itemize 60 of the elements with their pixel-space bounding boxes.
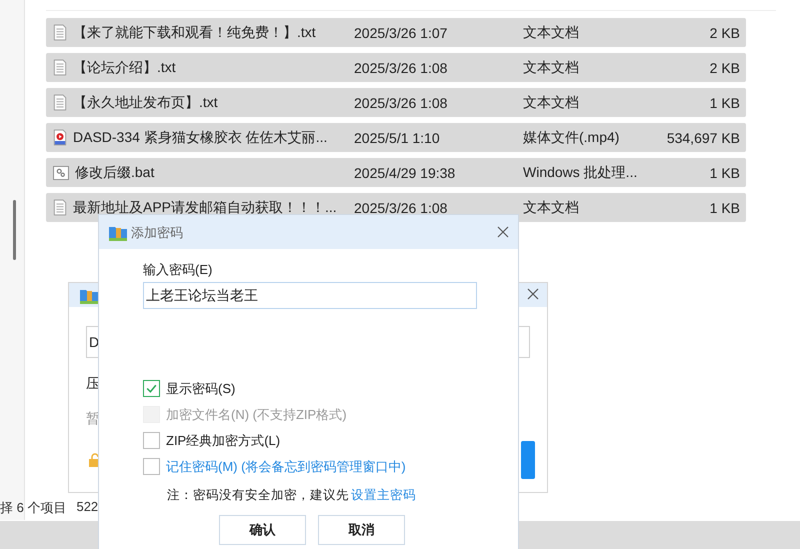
file-row[interactable]: DASD-334 紧身猫女橡胶衣 佐佐木艾丽... 2025/5/1 1:10 媒体文件(.mp4) 534,697 KB — [46, 123, 746, 152]
file-type: Windows 批处理... — [523, 164, 638, 182]
action-button[interactable] — [521, 441, 535, 479]
file-name: DASD-334 紧身猫女橡胶衣 佐佐木艾丽... — [73, 128, 328, 146]
file-size: 1 KB — [708, 200, 741, 216]
file-name: 最新地址及APP请发邮箱自动获取！！！... — [73, 198, 337, 216]
modified-date: 2025/5/1 1:10 — [353, 130, 441, 146]
document-icon — [53, 199, 67, 216]
checkbox[interactable] — [143, 432, 160, 449]
file-size: 1 KB — [708, 94, 741, 110]
document-icon — [53, 24, 67, 41]
master-password-link[interactable]: 设置主密码 — [351, 487, 416, 504]
archive-icon — [79, 287, 99, 305]
close-icon[interactable] — [497, 226, 509, 238]
file-name: 【来了就能下载和观看！纯免费！】.txt — [73, 24, 316, 42]
file-type: 文本文档 — [523, 94, 580, 112]
note-text: 注：密码没有安全加密，建议先 — [167, 487, 349, 504]
file-size: 534,697 KB — [666, 130, 741, 146]
selection-size: 522 — [76, 499, 98, 516]
confirm-button[interactable]: 确认 — [219, 515, 306, 545]
file-row[interactable]: 修改后缀.bat 2025/4/29 19:38 Windows 批处理... 1 KB — [46, 158, 746, 187]
file-type: 媒体文件(.mp4) — [523, 128, 620, 146]
option-label: 显示密码(S) — [166, 380, 236, 398]
hint-text: 暂 — [86, 410, 100, 428]
label-text: 压 — [86, 375, 100, 393]
option-label: 加密文件名(N) (不支持ZIP格式) — [166, 406, 347, 424]
file-size: 2 KB — [708, 60, 741, 76]
dialog-title: 添加密码 — [131, 224, 183, 242]
file-name: 【论坛介绍】.txt — [73, 58, 176, 76]
scrollbar[interactable] — [13, 200, 16, 260]
modified-date: 2025/3/26 1:08 — [353, 94, 448, 110]
file-size: 2 KB — [708, 24, 741, 40]
option-label: ZIP经典加密方式(L) — [166, 432, 280, 450]
password-field[interactable]: 上老王论坛当老王 — [143, 282, 477, 309]
file-row[interactable]: 【论坛介绍】.txt 2025/3/26 1:08 文本文档 2 KB — [46, 53, 746, 82]
checkbox[interactable] — [143, 458, 160, 475]
file-type: 文本文档 — [523, 198, 580, 216]
cancel-button[interactable]: 取消 — [318, 515, 405, 545]
modified-date: 2025/3/26 1:07 — [353, 24, 448, 40]
modified-date: 2025/3/26 1:08 — [353, 60, 448, 76]
option-link[interactable]: 记住密码(M) (将会备忘到密码管理窗口中) — [166, 458, 406, 476]
file-type: 文本文档 — [523, 58, 580, 76]
checkbox[interactable] — [143, 380, 160, 397]
video-file-icon — [53, 129, 67, 146]
item-count: 择 6 个项目 — [0, 499, 66, 517]
modified-date: 2025/4/29 19:38 — [353, 164, 456, 180]
gears-icon — [53, 166, 69, 180]
file-row[interactable]: 【来了就能下载和观看！纯免费！】.txt 2025/3/26 1:07 文本文档 2 KB — [46, 18, 746, 47]
file-type: 文本文档 — [523, 24, 580, 42]
file-name: 修改后缀.bat — [75, 164, 154, 182]
document-icon — [53, 94, 67, 111]
modified-date: 2025/3/26 1:08 — [353, 200, 448, 216]
close-icon[interactable] — [527, 288, 539, 300]
document-icon — [53, 59, 67, 76]
file-row[interactable]: 【永久地址发布页】.txt 2025/3/26 1:08 文本文档 1 KB — [46, 88, 746, 117]
checkmark-icon — [145, 382, 158, 395]
file-name: 【永久地址发布页】.txt — [73, 94, 218, 112]
archive-icon — [108, 224, 128, 242]
file-size: 1 KB — [708, 164, 741, 180]
field-label: 输入密码(E) — [143, 261, 212, 279]
